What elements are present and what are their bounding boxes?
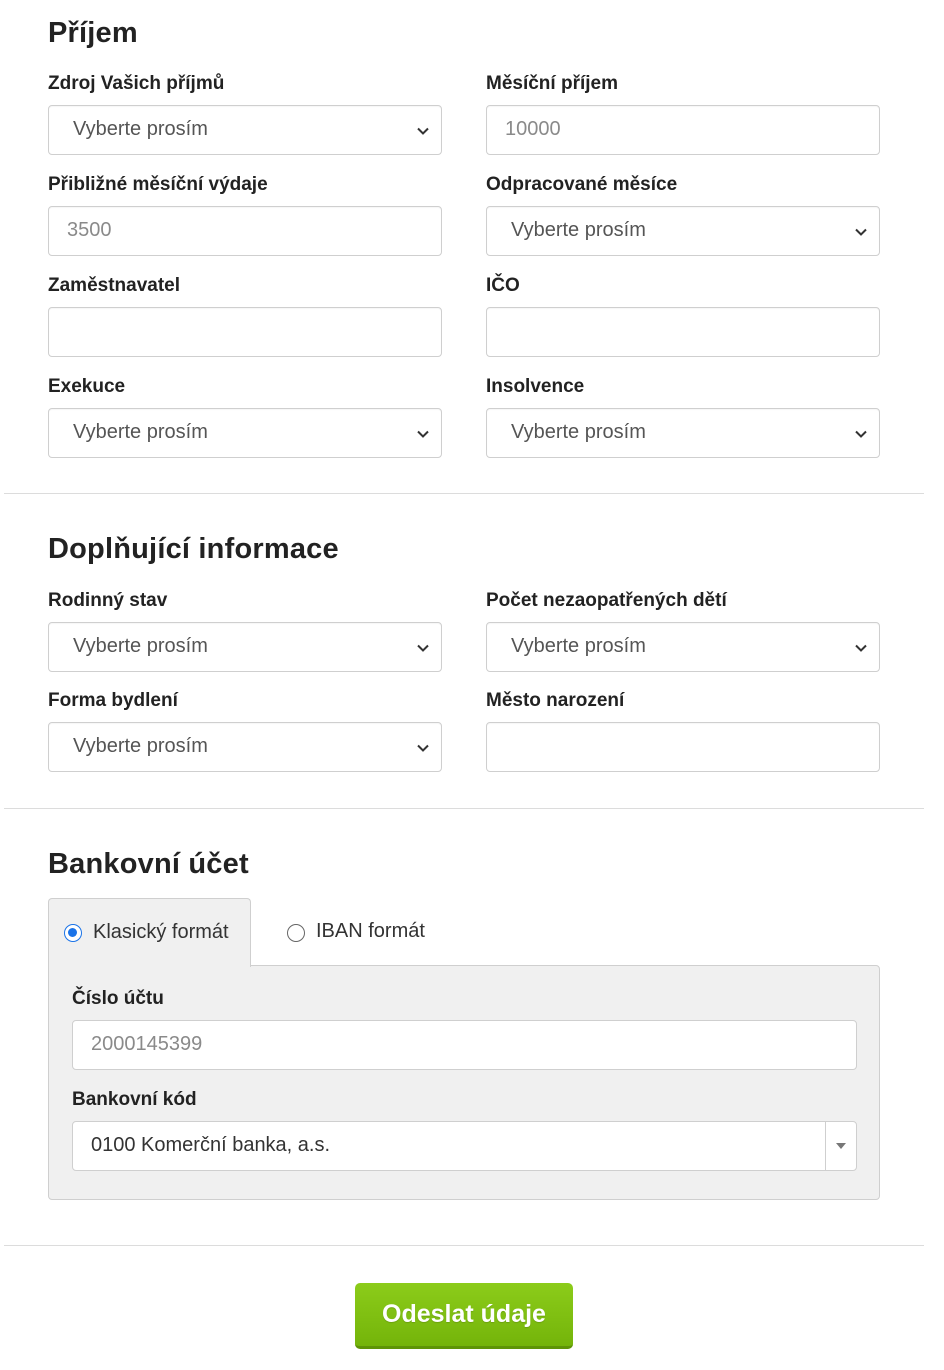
ico-label: IČO — [486, 275, 520, 296]
housing-label: Forma bydlení — [48, 690, 178, 711]
insolvency-select[interactable]: Vyberte prosím — [486, 408, 880, 458]
section-divider — [4, 493, 924, 494]
housing-value: Vyberte prosím — [73, 735, 208, 757]
execution-value: Vyberte prosím — [73, 421, 208, 443]
ico-input[interactable] — [486, 307, 880, 357]
account-number-label: Číslo účtu — [72, 988, 164, 1009]
tab-classic-format[interactable]: Klasický formát — [48, 898, 251, 967]
account-number-input[interactable]: 2000145399 — [72, 1020, 857, 1070]
months-worked-value: Vyberte prosím — [511, 219, 646, 241]
monthly-income-label: Měsíční příjem — [486, 73, 618, 94]
insolvency-label: Insolvence — [486, 376, 585, 397]
employer-input[interactable] — [48, 307, 442, 357]
chevron-down-icon — [417, 744, 429, 752]
bank-code-combobox[interactable]: 0100 Komerční banka, a.s. — [72, 1121, 857, 1171]
children-select[interactable]: Vyberte prosím — [486, 622, 880, 672]
insolvency-value: Vyberte prosím — [511, 421, 646, 443]
bank-code-label: Bankovní kód — [72, 1089, 197, 1110]
marital-select[interactable]: Vyberte prosím — [48, 622, 442, 672]
bank-code-value: 0100 Komerční banka, a.s. — [91, 1134, 331, 1156]
months-worked-select[interactable]: Vyberte prosím — [486, 206, 880, 256]
marital-label: Rodinný stav — [48, 590, 168, 611]
expenses-input[interactable]: 3500 — [48, 206, 442, 256]
section-divider — [4, 808, 924, 809]
chevron-down-icon — [417, 127, 429, 135]
monthly-income-placeholder: 10000 — [505, 118, 561, 140]
expenses-placeholder: 3500 — [67, 219, 112, 241]
monthly-income-input[interactable]: 10000 — [486, 105, 880, 155]
income-title: Příjem — [48, 17, 138, 49]
marital-value: Vyberte prosím — [73, 635, 208, 657]
section-divider — [4, 1245, 924, 1246]
birthplace-input[interactable] — [486, 722, 880, 772]
caret-down-icon[interactable] — [836, 1143, 846, 1149]
income-source-select[interactable]: Vyberte prosím — [48, 105, 442, 155]
chevron-down-icon — [855, 228, 867, 236]
execution-select[interactable]: Vyberte prosím — [48, 408, 442, 458]
birthplace-label: Město narození — [486, 690, 625, 711]
combo-separator — [825, 1122, 826, 1170]
submit-button[interactable]: Odeslat údaje — [355, 1283, 573, 1349]
additional-title: Doplňující informace — [48, 533, 339, 565]
chevron-down-icon — [855, 430, 867, 438]
months-worked-label: Odpracované měsíce — [486, 174, 678, 195]
children-label: Počet nezaopatřených dětí — [486, 590, 727, 611]
execution-label: Exekuce — [48, 376, 126, 397]
chevron-down-icon — [417, 644, 429, 652]
expenses-label: Přibližné měsíční výdaje — [48, 174, 268, 195]
classic-format-label: Klasický formát — [93, 921, 229, 943]
chevron-down-icon — [855, 644, 867, 652]
income-source-value: Vyberte prosím — [73, 118, 208, 140]
income-source-label: Zdroj Vašich příjmů — [48, 73, 225, 94]
iban-format-label: IBAN formát — [316, 920, 425, 942]
children-value: Vyberte prosím — [511, 635, 646, 657]
chevron-down-icon — [417, 430, 429, 438]
tab-iban-format[interactable]: IBAN formát — [270, 898, 450, 967]
employer-label: Zaměstnavatel — [48, 275, 181, 296]
iban-format-radio[interactable] — [287, 924, 305, 942]
account-number-placeholder: 2000145399 — [91, 1033, 203, 1055]
bank-title: Bankovní účet — [48, 848, 249, 880]
housing-select[interactable]: Vyberte prosím — [48, 722, 442, 772]
classic-format-radio[interactable] — [64, 924, 82, 942]
